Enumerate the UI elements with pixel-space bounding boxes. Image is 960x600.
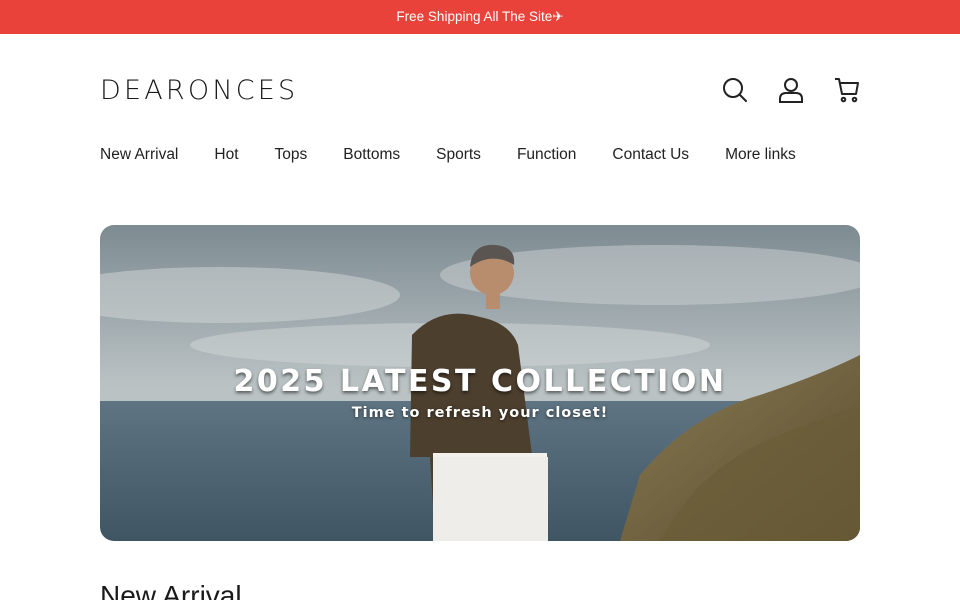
hero-text: 2025 LATEST COLLECTION Time to refresh y… (100, 225, 860, 541)
nav-item-tops[interactable]: Tops (275, 146, 308, 164)
hero-title: 2025 LATEST COLLECTION (233, 363, 727, 399)
section-title: New Arrival (100, 580, 242, 600)
announcement-text: Free Shipping All The Site✈ (396, 9, 564, 24)
nav-item-contact-us[interactable]: Contact Us (612, 146, 689, 164)
nav-item-function[interactable]: Function (517, 146, 576, 164)
account-icon[interactable] (778, 77, 804, 103)
nav-item-more-links[interactable]: More links (725, 146, 796, 164)
search-icon[interactable] (722, 77, 748, 103)
announcement-bar: Free Shipping All The Site✈ (0, 0, 960, 34)
nav-item-sports[interactable]: Sports (436, 146, 481, 164)
hero-subtitle: Time to refresh your closet! (351, 404, 609, 421)
site-logo[interactable]: DEARONCES (100, 75, 298, 106)
nav-item-new-arrival[interactable]: New Arrival (100, 146, 178, 164)
nav-item-hot[interactable]: Hot (214, 146, 238, 164)
main-nav: New Arrival Hot Tops Bottoms Sports Func… (100, 146, 796, 164)
site-header: DEARONCES (100, 68, 860, 112)
nav-item-bottoms[interactable]: Bottoms (343, 146, 400, 164)
hero-banner[interactable]: 2025 LATEST COLLECTION Time to refresh y… (100, 225, 860, 541)
header-icons (722, 77, 860, 103)
cart-icon[interactable] (834, 77, 860, 103)
